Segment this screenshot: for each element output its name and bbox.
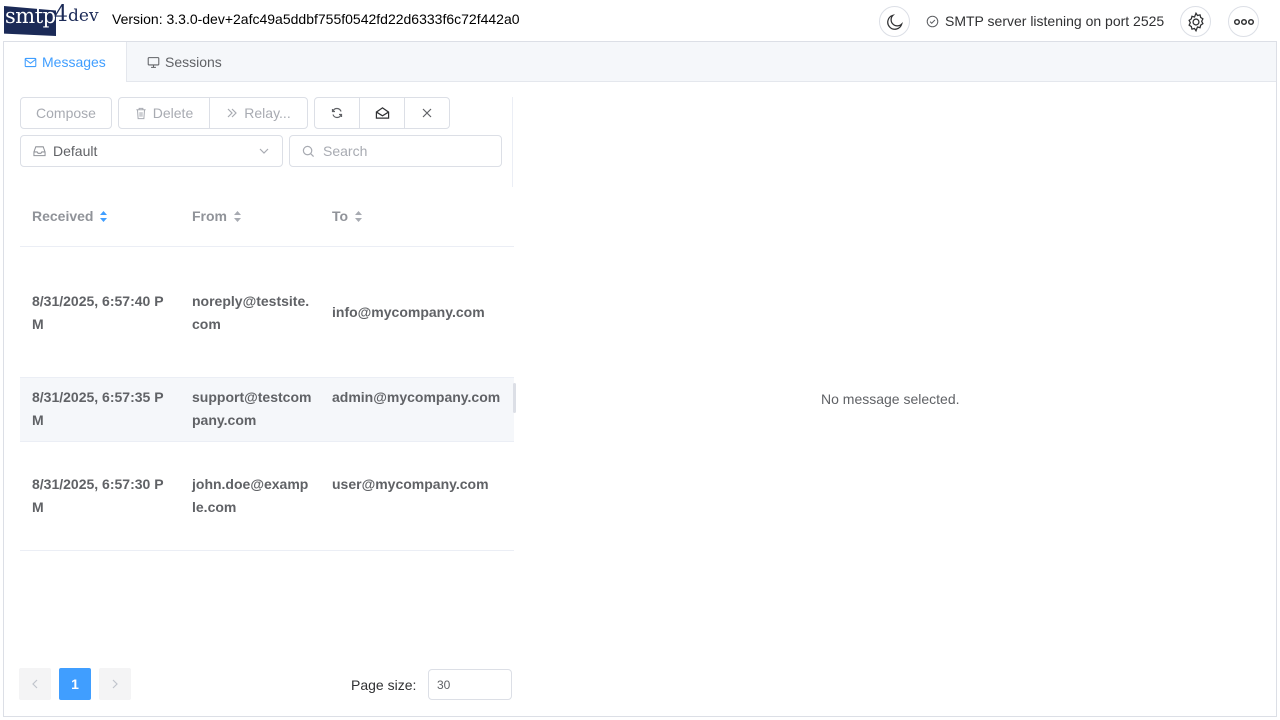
received-cell: 8/31/2025, 6:57:30 PM bbox=[32, 476, 164, 515]
more-options-button[interactable] bbox=[1228, 6, 1259, 37]
refresh-button[interactable] bbox=[314, 97, 360, 129]
tab-messages[interactable]: Messages bbox=[4, 42, 127, 82]
close-icon bbox=[422, 108, 432, 118]
panel-resize-handle[interactable] bbox=[513, 383, 516, 413]
table-row[interactable]: 8/31/2025, 6:57:40 PM noreply@testsite.c… bbox=[20, 247, 514, 378]
mail-icon bbox=[24, 57, 37, 67]
relay-button[interactable]: Relay... bbox=[209, 97, 308, 129]
to-cell: info@mycompany.com bbox=[332, 304, 485, 320]
relay-button-label: Relay... bbox=[244, 105, 291, 121]
received-cell: 8/31/2025, 6:57:35 PM bbox=[32, 389, 164, 428]
delete-button[interactable]: Delete bbox=[118, 97, 210, 129]
monitor-icon bbox=[147, 56, 160, 68]
page-button-current[interactable]: 1 bbox=[59, 668, 91, 700]
gear-icon bbox=[1187, 11, 1204, 32]
to-cell: admin@mycompany.com bbox=[332, 389, 501, 405]
sort-icon bbox=[100, 210, 108, 222]
from-cell: noreply@testsite.com bbox=[192, 293, 310, 332]
server-status-text: SMTP server listening on port 2525 bbox=[945, 13, 1165, 29]
received-cell: 8/31/2025, 6:57:40 PM bbox=[32, 293, 164, 332]
page-size-input[interactable]: 30 bbox=[428, 669, 512, 700]
compose-button[interactable]: Compose bbox=[20, 97, 112, 129]
compose-button-label: Compose bbox=[36, 105, 96, 121]
mailbox-select-value: Default bbox=[53, 143, 98, 159]
chevron-right-icon bbox=[112, 679, 118, 689]
search-icon bbox=[302, 145, 315, 157]
mailbox-select[interactable]: Default bbox=[20, 135, 283, 167]
inbox-icon bbox=[33, 146, 46, 157]
to-cell: user@mycompany.com bbox=[332, 476, 489, 492]
column-header-from[interactable]: From bbox=[192, 208, 242, 224]
column-header-received[interactable]: Received bbox=[32, 208, 108, 224]
no-message-placeholder: No message selected. bbox=[821, 391, 960, 407]
tab-bar: Messages Sessions bbox=[4, 42, 1276, 82]
table-row[interactable]: 8/31/2025, 6:57:35 PM support@testcompan… bbox=[20, 378, 514, 442]
next-page-button[interactable] bbox=[99, 668, 131, 700]
search-input[interactable]: Search bbox=[289, 135, 502, 167]
envelope-open-icon bbox=[375, 107, 389, 119]
more-dots-icon bbox=[1233, 18, 1254, 25]
dark-mode-toggle-button[interactable] bbox=[879, 6, 910, 37]
column-header-to-label: To bbox=[332, 208, 349, 224]
panel-divider bbox=[512, 97, 513, 187]
delete-button-label: Delete bbox=[152, 105, 194, 121]
search-placeholder: Search bbox=[323, 143, 368, 159]
sort-icon bbox=[234, 210, 241, 222]
logo-smtp-text: smtp bbox=[5, 4, 56, 28]
column-header-from-label: From bbox=[192, 208, 227, 224]
from-cell: support@testcompany.com bbox=[192, 389, 312, 428]
table-row[interactable]: 8/31/2025, 6:57:30 PM john.doe@example.c… bbox=[20, 442, 514, 551]
settings-button[interactable] bbox=[1180, 6, 1211, 37]
tab-messages-label: Messages bbox=[42, 54, 106, 70]
chevron-left-icon bbox=[32, 679, 38, 689]
mark-all-read-button[interactable] bbox=[359, 97, 405, 129]
double-chevron-right-icon bbox=[227, 108, 238, 118]
logo-four-text: 4 bbox=[54, 2, 68, 27]
previous-page-button[interactable] bbox=[19, 668, 51, 700]
chevron-down-icon bbox=[259, 148, 269, 154]
main-container: Messages Sessions Compose Delete Relay..… bbox=[3, 41, 1277, 717]
clear-button[interactable] bbox=[404, 97, 450, 129]
tab-sessions[interactable]: Sessions bbox=[127, 42, 242, 82]
moon-icon bbox=[886, 13, 903, 30]
message-table: Received From To 8/31/2025, 6:57:40 PM n… bbox=[20, 187, 514, 551]
column-header-to[interactable]: To bbox=[332, 208, 363, 224]
table-header: Received From To bbox=[20, 187, 514, 247]
from-cell: john.doe@example.com bbox=[192, 476, 309, 515]
server-status: SMTP server listening on port 2525 bbox=[926, 13, 1164, 29]
tab-sessions-label: Sessions bbox=[165, 54, 222, 70]
logo-dev-text: dev bbox=[68, 6, 99, 26]
page-size-label: Page size: bbox=[351, 677, 417, 693]
app-header: smtp 4 dev Version: 3.3.0-dev+2afc49a5dd… bbox=[0, 0, 1280, 40]
version-text: Version: 3.3.0-dev+2afc49a5ddbf755f0542f… bbox=[112, 11, 520, 27]
column-header-received-label: Received bbox=[32, 208, 94, 224]
check-circle-icon bbox=[926, 15, 939, 27]
app-logo: smtp 4 dev bbox=[4, 2, 100, 36]
refresh-icon bbox=[331, 107, 343, 119]
sort-icon bbox=[355, 210, 363, 222]
trash-icon bbox=[136, 107, 146, 119]
